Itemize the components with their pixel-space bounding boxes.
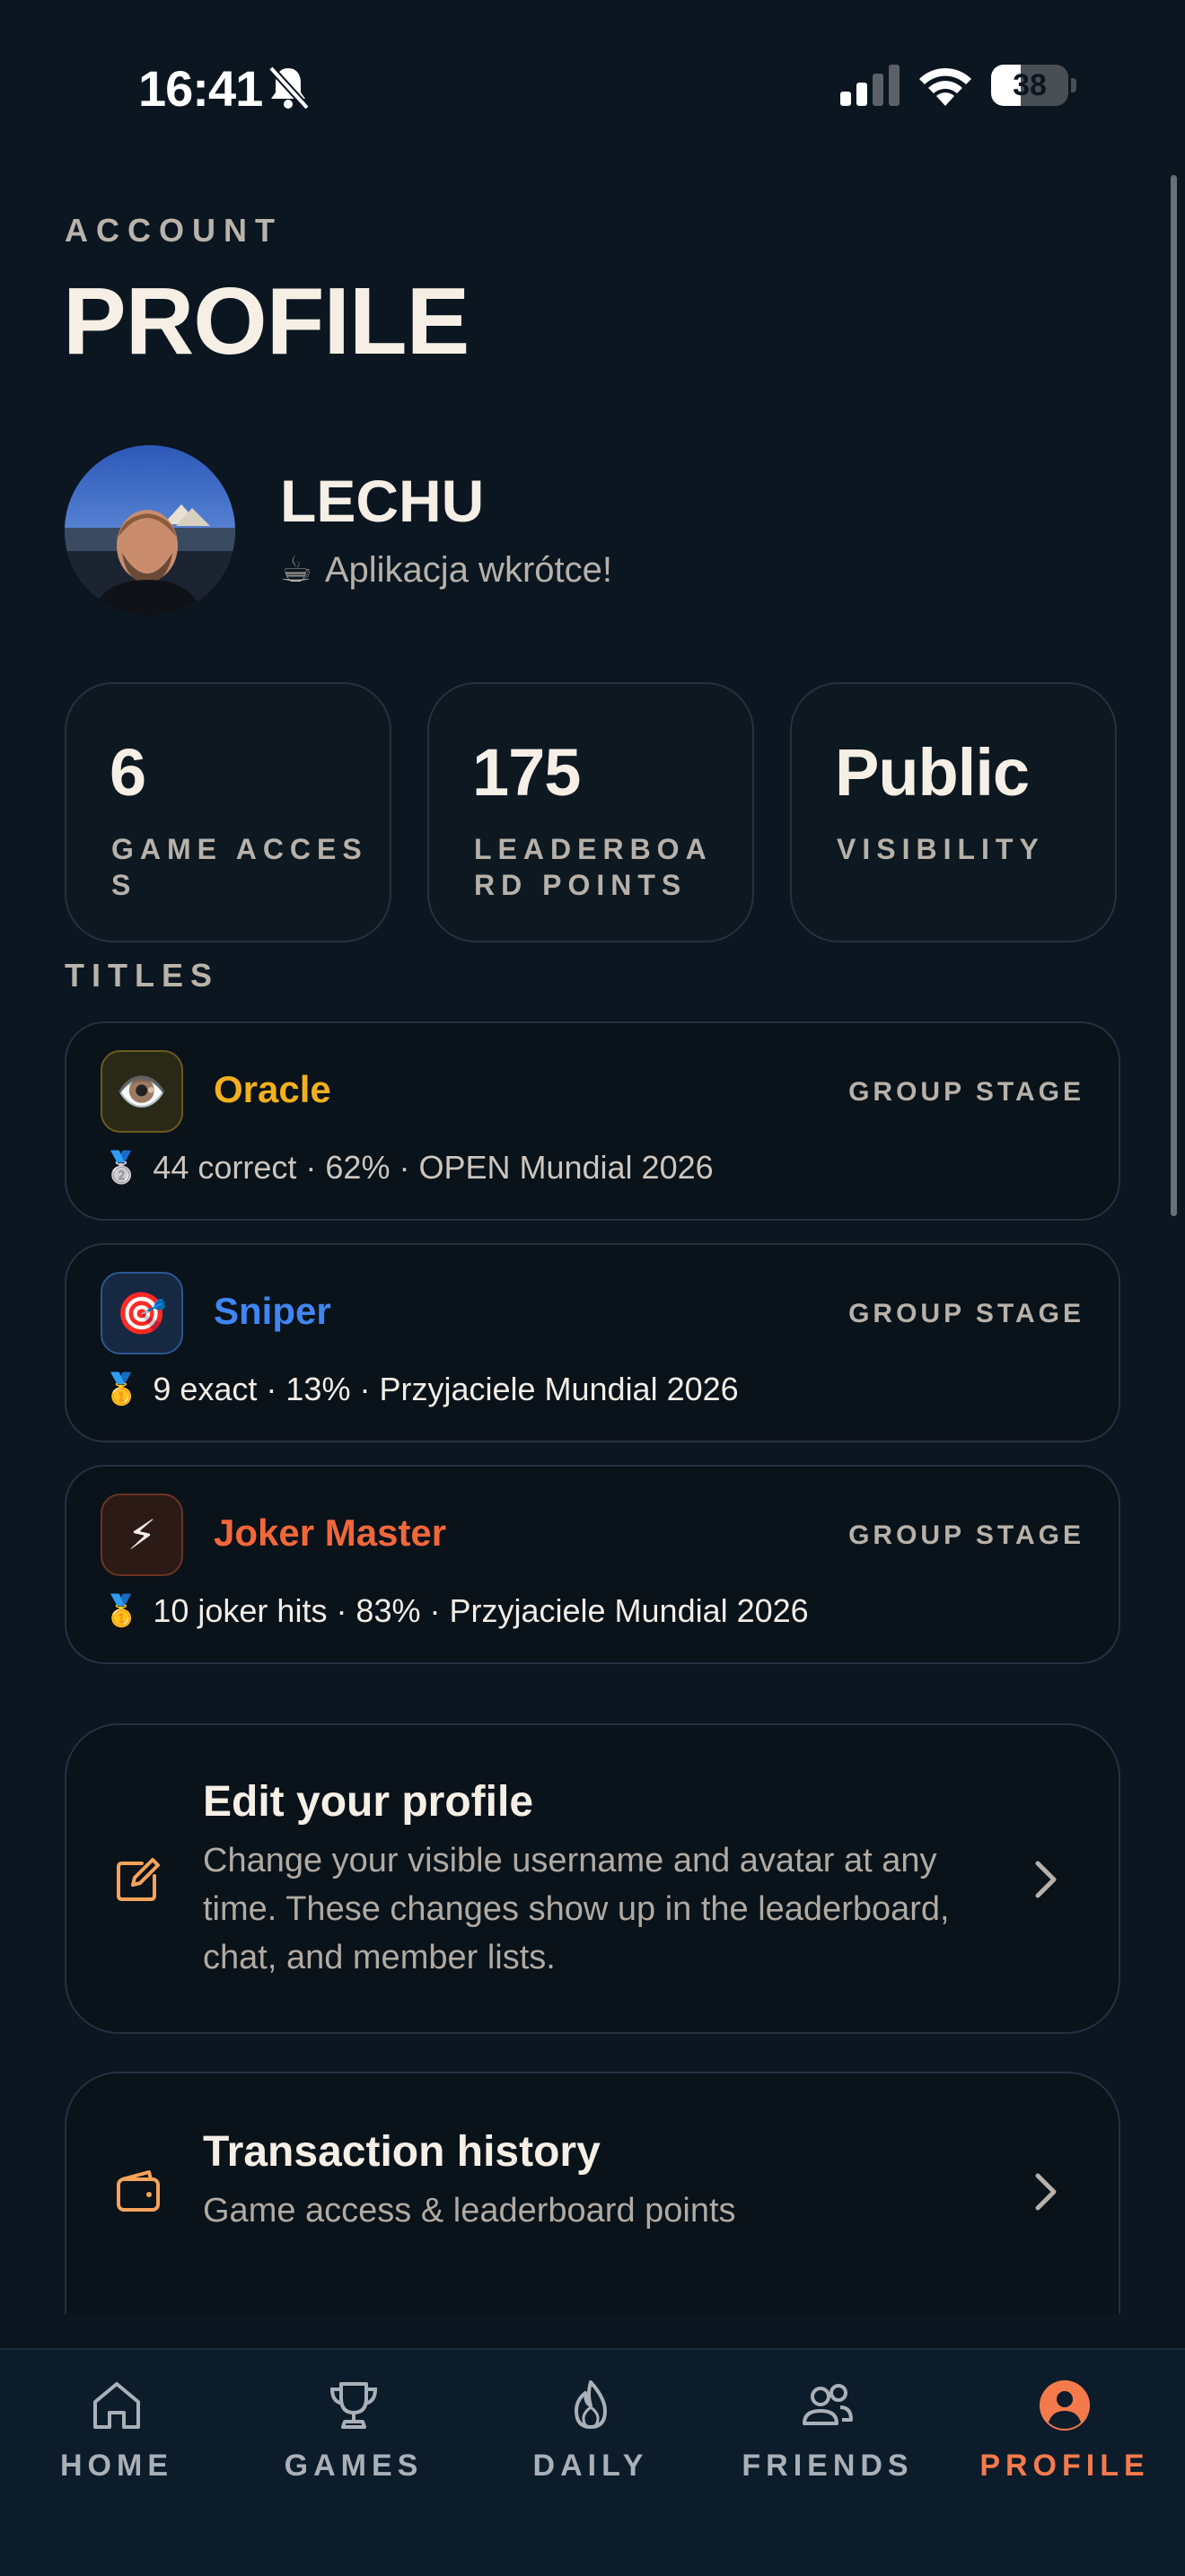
titles-label: TITLES [65,957,219,994]
lightning-icon: ⚡ [101,1494,183,1576]
title-detail: 🥈 44 correct · 62% · OPEN Mundial 2026 [102,1149,714,1187]
tab-daily[interactable]: DAILY [492,2377,689,2502]
tab-label: PROFILE [979,2449,1150,2483]
gold-medal-icon: 🥇 [102,1594,141,1628]
stat-label: GAME ACCESS [111,833,368,901]
stat-card-game-access[interactable]: 6 GAME ACCESS [65,682,391,942]
user-status: ☕ Aplikacja wkrótce! [280,549,612,591]
tab-profile[interactable]: PROFILE [966,2377,1163,2502]
gold-medal-icon: 🥇 [102,1372,141,1406]
edit-profile-button[interactable]: Edit your profile Change your visible us… [65,1723,1120,2034]
title-card-sniper[interactable]: 🎯 Sniper GROUP STAGE 🥇 9 exact · 13% · P… [65,1243,1120,1442]
status-time: 16:41 [138,60,263,117]
wifi-icon [919,67,971,106]
stat-card-visibility[interactable]: Public VISIBILITY [790,682,1117,942]
bell-slash-icon [268,66,310,110]
signal-icon [840,65,900,106]
title-stage: GROUP STAGE [848,1299,1084,1328]
eye-icon: 👁️ [101,1050,183,1133]
title-detail-text: 10 joker hits · 83% · Przyjaciele Mundia… [153,1592,809,1629]
title-name: Oracle [214,1068,331,1110]
title-detail-text: 44 correct · 62% · OPEN Mundial 2026 [153,1149,714,1186]
section-label: ACCOUNT [65,212,283,249]
stat-value: Public [835,735,1030,810]
tab-friends[interactable]: FRIENDS [729,2377,926,2502]
coffee-icon: ☕ [280,550,312,590]
friends-icon [803,2384,853,2425]
transaction-history-description: Game access & leaderboard points [203,2192,736,2230]
tab-home[interactable]: HOME [18,2377,215,2502]
edit-icon [117,1858,160,1901]
wallet-icon [117,2170,160,2212]
target-icon: 🎯 [101,1272,183,1354]
title-card-joker-master[interactable]: ⚡ Joker Master GROUP STAGE 🥇 10 joker hi… [65,1465,1120,1664]
tab-label: FRIENDS [742,2449,914,2483]
chevron-right-icon [1035,1861,1057,1898]
transaction-history-button[interactable]: Transaction history Game access & leader… [65,2072,1120,2314]
profile-icon [1040,2380,1090,2431]
scrollbar[interactable] [1171,175,1177,1216]
avatar[interactable] [65,445,235,616]
title-name: Joker Master [214,1511,447,1554]
stat-label: LEADERBOARD POINTS [474,833,713,901]
chevron-right-icon [1035,2173,1057,2211]
battery-icon: 38 [991,65,1077,106]
stat-card-leaderboard-points[interactable]: 175 LEADERBOARD POINTS [427,682,754,942]
tab-label: HOME [60,2449,173,2483]
title-detail: 🥇 10 joker hits · 83% · Przyjaciele Mund… [102,1592,809,1630]
title-detail-text: 9 exact · 13% · Przyjaciele Mundial 2026 [153,1371,739,1407]
stat-value: 175 [472,735,581,810]
transaction-history-title: Transaction history [203,2128,601,2176]
tab-label: DAILY [532,2449,649,2483]
user-status-text: Aplikacja wkrótce! [324,550,612,590]
page-title: PROFILE [63,268,470,374]
title-stage: GROUP STAGE [848,1520,1084,1550]
title-detail: 🥇 9 exact · 13% · Przyjaciele Mundial 20… [102,1371,739,1408]
tab-bar: HOME GAMES DAILY FRIENDS PROFILE [0,2348,1185,2576]
tab-games[interactable]: GAMES [255,2377,452,2502]
title-name: Sniper [214,1290,331,1332]
flame-icon [575,2380,607,2429]
trophy-icon [329,2382,378,2429]
stat-value: 6 [110,735,146,810]
title-card-oracle[interactable]: 👁️ Oracle GROUP STAGE 🥈 44 correct · 62%… [65,1021,1120,1221]
silver-medal-icon: 🥈 [102,1151,141,1185]
tab-label: GAMES [284,2449,424,2483]
battery-level: 38 [1013,68,1047,102]
username: LECHU [280,468,485,534]
edit-profile-description: Change your visible username and avatar … [203,1842,950,1976]
home-icon [93,2382,140,2429]
stat-label: VISIBILITY [837,833,1045,865]
status-bar: 16:41 38 [0,0,1185,171]
title-stage: GROUP STAGE [848,1077,1084,1107]
edit-profile-title: Edit your profile [203,1778,534,1826]
